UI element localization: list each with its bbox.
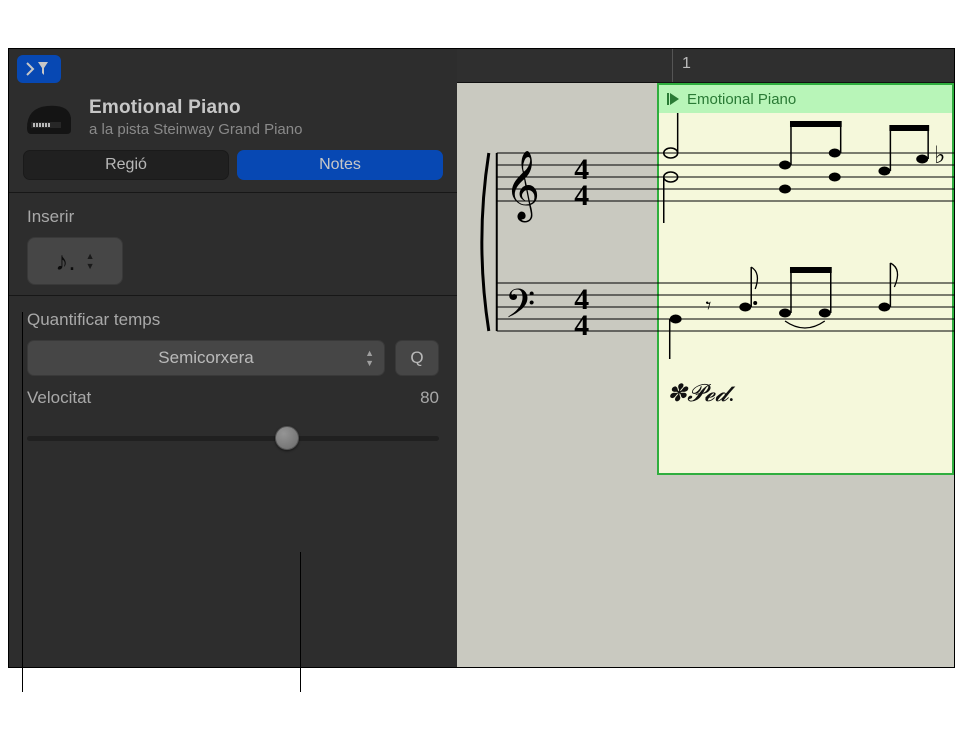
region-header-block: Emotional Piano a la pista Steinway Gran… bbox=[9, 87, 457, 150]
svg-text:♭: ♭ bbox=[934, 143, 945, 169]
insert-section: Inserir ♪. ▲▼ bbox=[9, 193, 457, 295]
score-staff-svg: 𝄞 𝄢 4 4 4 4 bbox=[457, 113, 954, 413]
inspector-tabs: Regió Notes bbox=[9, 150, 457, 192]
svg-text:4: 4 bbox=[574, 179, 589, 212]
inspector-panel: Emotional Piano a la pista Steinway Gran… bbox=[9, 49, 457, 667]
stepper-arrows-icon: ▲▼ bbox=[365, 349, 374, 367]
filter-icon bbox=[26, 61, 52, 77]
score-region-name: Emotional Piano bbox=[687, 91, 796, 108]
bar-ruler[interactable]: 1 bbox=[457, 49, 954, 83]
ruler-bar-number: 1 bbox=[682, 55, 691, 73]
svg-text:𝄢: 𝄢 bbox=[505, 283, 536, 336]
inspector-toolbar bbox=[9, 49, 457, 87]
velocity-value: 80 bbox=[420, 388, 439, 408]
stepper-arrows-icon: ▲▼ bbox=[86, 252, 95, 270]
region-title: Emotional Piano bbox=[89, 97, 443, 119]
score-area[interactable]: 1 Emotional Piano bbox=[457, 49, 954, 667]
ruler-tick bbox=[672, 49, 673, 82]
insert-note-popup[interactable]: ♪. ▲▼ bbox=[27, 237, 123, 285]
quantize-value: Semicorxera bbox=[158, 348, 253, 368]
quantize-label: Quantificar temps bbox=[27, 310, 439, 330]
catch-filter-button[interactable] bbox=[17, 55, 61, 83]
quantize-section: Quantificar temps Semicorxera ▲▼ Q Veloc… bbox=[9, 296, 457, 468]
velocity-label: Velocitat bbox=[27, 388, 91, 408]
quantize-value-popup[interactable]: Semicorxera ▲▼ bbox=[27, 340, 385, 376]
region-track-subtitle: a la pista Steinway Grand Piano bbox=[89, 121, 443, 138]
quantize-apply-button[interactable]: Q bbox=[395, 340, 439, 376]
insert-label: Inserir bbox=[27, 207, 439, 227]
svg-text:4: 4 bbox=[574, 309, 589, 342]
slider-knob[interactable] bbox=[275, 426, 299, 450]
slider-track bbox=[27, 436, 439, 441]
velocity-slider[interactable] bbox=[27, 418, 439, 458]
callout-line bbox=[300, 552, 301, 692]
svg-text:𝄾: 𝄾 bbox=[706, 293, 712, 318]
svg-text:𝄞: 𝄞 bbox=[505, 151, 540, 222]
dotted-eighth-note-icon: ♪. bbox=[55, 246, 75, 277]
score-region-header[interactable]: Emotional Piano bbox=[657, 83, 954, 113]
tab-notes[interactable]: Notes bbox=[237, 150, 443, 180]
pedal-marking: ✽𝓟𝓮𝓭. bbox=[667, 379, 735, 408]
callout-line bbox=[22, 442, 23, 692]
play-region-icon bbox=[667, 93, 681, 105]
tab-region[interactable]: Regió bbox=[23, 150, 229, 180]
grand-piano-icon bbox=[23, 98, 75, 138]
